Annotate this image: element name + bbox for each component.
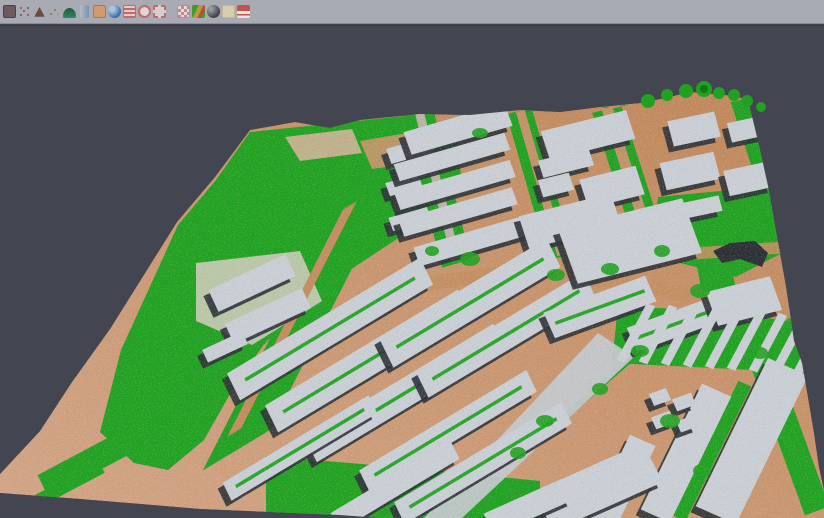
terrain-mound-icon[interactable] xyxy=(63,8,76,18)
contour-points-icon[interactable] xyxy=(48,5,61,18)
toolbar xyxy=(0,0,824,24)
column-icon[interactable] xyxy=(80,5,89,18)
toolbar-group-2 xyxy=(176,5,251,18)
app-window xyxy=(0,0,824,517)
selection-brackets-icon[interactable] xyxy=(153,5,166,18)
sphere-icon[interactable] xyxy=(207,5,220,18)
ortho-tile-icon[interactable] xyxy=(93,5,106,18)
red-flag-icon[interactable] xyxy=(237,5,250,18)
point-cloud-render xyxy=(0,26,824,518)
window-icon[interactable] xyxy=(3,5,16,18)
checkerboard-icon[interactable] xyxy=(177,5,190,18)
terrain-model xyxy=(0,26,824,518)
scatter-points-icon[interactable] xyxy=(18,5,31,18)
viewport-3d[interactable] xyxy=(0,25,824,518)
classification-palette-icon[interactable] xyxy=(192,5,205,18)
toolbar-group-1 xyxy=(2,5,167,18)
target-ring-icon[interactable] xyxy=(138,5,151,18)
crossed-box-icon[interactable] xyxy=(222,5,235,18)
list-lines-icon[interactable] xyxy=(123,5,136,18)
globe-icon[interactable] xyxy=(108,5,121,18)
mountain-icon[interactable] xyxy=(33,5,46,18)
